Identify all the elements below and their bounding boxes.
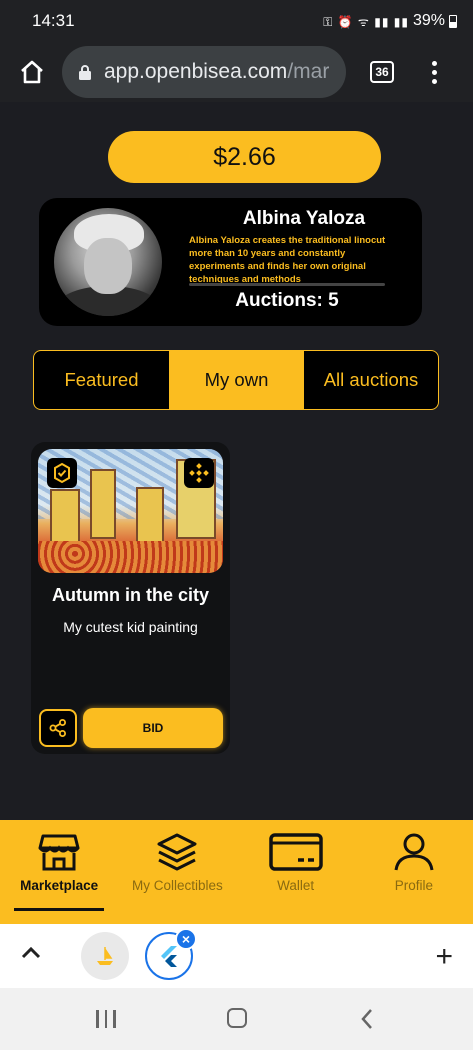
nav-my-collectibles-label: My Collectibles [131,878,223,893]
tab-bubble-boat[interactable] [81,932,129,980]
binance-chain-icon [184,458,214,488]
back-icon[interactable] [360,1008,374,1030]
tab-featured[interactable]: Featured [34,351,169,409]
active-tab-indicator [14,908,105,911]
wallet-icon [268,833,323,871]
tab-switcher-button[interactable]: 36 [370,61,394,83]
share-icon [49,719,66,737]
artist-avatar [54,208,162,316]
share-button[interactable] [39,709,77,747]
system-home-icon[interactable] [227,1008,247,1028]
nav-my-collectibles[interactable]: My Collectibles [118,820,236,924]
battery-icon [449,14,457,28]
boat-icon [97,947,113,965]
nft-title: Autumn in the city [52,585,209,605]
browser-tab-strip: × + [0,924,473,988]
url-text: app.openbisea.com [104,60,288,83]
signal-icons: ⚿ ⏰ ᯤ ▮▮ ▮▮ [323,14,409,29]
nav-wallet[interactable]: Wallet [237,820,355,924]
clock: 14:31 [32,11,75,30]
auction-filter-tabs: Featured My own All auctions [33,350,439,410]
layers-icon [157,833,197,871]
nav-marketplace[interactable]: Marketplace [0,820,118,924]
url-tail: /mar [287,60,330,83]
nav-wallet-label: Wallet [277,878,315,893]
nav-profile-label: Profile [394,878,433,893]
lock-icon [79,65,91,80]
chevron-up-icon[interactable] [20,946,42,960]
status-bar: 14:31 ⚿ ⏰ ᯤ ▮▮ ▮▮ 39% [0,0,473,42]
tab-bubble-flutter[interactable]: × [145,928,197,980]
store-icon [38,834,80,871]
tab-my-own[interactable]: My own [169,351,304,409]
recent-apps-icon[interactable] [96,1010,116,1028]
auctions-count: Auctions: 5 [235,290,339,311]
nav-marketplace-label: Marketplace [20,878,99,893]
nft-description: My cutest kid painting [63,619,198,635]
browser-toolbar: app.openbisea.com/mar 36 [0,42,473,102]
home-icon [21,60,43,84]
balance-pill[interactable]: $2.66 [108,131,381,183]
system-navigation-bar [0,988,473,1050]
bio-scrollbar[interactable] [189,283,385,286]
home-button[interactable] [14,54,50,90]
tab-all-auctions[interactable]: All auctions [304,351,438,409]
artist-card: Albina Yaloza Albina Yaloza creates the … [39,198,422,326]
new-tab-button[interactable]: + [435,940,453,974]
user-icon [394,833,434,871]
browser-menu-icon[interactable] [432,60,437,84]
nav-profile[interactable]: Profile [355,820,473,924]
battery-percent: 39% [412,12,445,29]
verified-badge-icon [47,458,77,488]
status-icons: ⚿ ⏰ ᯤ ▮▮ ▮▮ 39% [323,12,457,30]
bid-button[interactable]: BID [83,708,223,748]
address-bar[interactable]: app.openbisea.com/mar [62,46,346,98]
nft-card[interactable]: Autumn in the city My cutest kid paintin… [31,442,230,754]
flutter-icon [161,946,177,967]
artist-bio: Albina Yaloza creates the traditional li… [189,235,386,284]
artwork-image[interactable] [38,449,223,573]
artist-name: Albina Yaloza [242,208,366,229]
close-tab-icon[interactable]: × [175,928,197,950]
app-content: $2.66 Albina Yaloza Albina Yaloza create… [0,102,473,820]
bottom-navigation: Marketplace My Collectibles Wallet Profi… [0,820,473,924]
